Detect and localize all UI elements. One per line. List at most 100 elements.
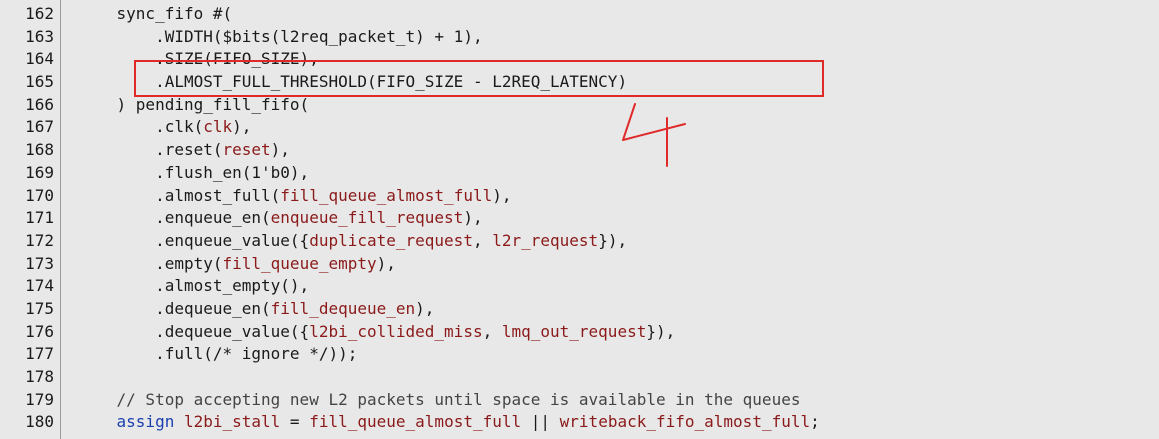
code-token: .clk( [78,117,204,137]
line-number: 175 [25,298,54,318]
code-token: = [280,412,310,432]
line-number: 169 [25,162,54,182]
line-code: .almost_empty(), [78,275,309,298]
code-token: || [521,412,560,432]
line-number: 179 [25,389,54,409]
code-editor[interactable]: 162 sync_fifo #(163 .WIDTH($bits(l2req_p… [0,0,1159,439]
code-token: ), [376,253,396,273]
code-token: ), [463,208,483,228]
line-code: .WIDTH($bits(l2req_packet_t) + 1), [78,26,483,49]
code-token: assign [116,412,175,432]
code-token: .enqueue_en( [78,208,271,228]
code-line[interactable]: 172 .enqueue_value({duplicate_request, l… [0,230,1159,253]
line-number: 163 [25,26,54,46]
line-number: 165 [25,72,54,92]
code-line[interactable]: 177 .full(/* ignore */)); [0,343,1159,366]
line-number: 172 [25,230,54,250]
code-line[interactable]: 180 assign l2bi_stall = fill_queue_almos… [0,411,1159,434]
code-line[interactable]: 169 .flush_en(1'b0), [0,162,1159,185]
line-code: .SIZE(FIFO_SIZE), [78,48,319,71]
line-number: 166 [25,94,54,114]
line-code: .enqueue_en(enqueue_fill_request), [78,207,483,230]
line-code: .reset(reset), [78,139,290,162]
line-number: 168 [25,140,54,160]
code-token: .dequeue_value({ [78,321,310,341]
line-number: 177 [25,344,54,364]
code-line[interactable]: 164 .SIZE(FIFO_SIZE), [0,48,1159,71]
line-code: ) pending_fill_fifo( [78,94,310,117]
code-line[interactable]: 167 .clk(clk), [0,116,1159,139]
line-code: .ALMOST_FULL_THRESHOLD(FIFO_SIZE - L2REQ… [78,71,627,94]
code-token: l2bi_stall [183,412,281,432]
code-token: .ALMOST_FULL_THRESHOLD(FIFO_SIZE - L2REQ… [78,72,628,92]
code-token: lmq_out_request [501,321,647,341]
code-token: .almost_empty(), [78,276,310,296]
code-token: .dequeue_en( [78,298,271,318]
code-token: clk [203,117,233,137]
code-token: .reset( [78,140,223,160]
line-code: .empty(fill_queue_empty), [78,253,396,276]
code-token: fill_dequeue_en [270,298,416,318]
code-line[interactable]: 170 .almost_full(fill_queue_almost_full)… [0,185,1159,208]
code-line[interactable]: 175 .dequeue_en(fill_dequeue_en), [0,298,1159,321]
line-number: 171 [25,208,54,228]
code-line[interactable]: 171 .enqueue_en(enqueue_fill_request), [0,207,1159,230]
code-token: ; [810,412,820,432]
line-number: 178 [25,367,54,386]
line-number: 173 [25,253,54,273]
code-token: }), [646,321,676,341]
code-line[interactable]: 179 // Stop accepting new L2 packets unt… [0,389,1159,412]
code-lines: 162 sync_fifo #(163 .WIDTH($bits(l2req_p… [0,3,1159,434]
code-token: , [472,230,493,250]
code-token: duplicate_request [309,230,473,250]
code-token: .SIZE(FIFO_SIZE), [78,49,319,69]
line-code: .flush_en(1'b0), [78,162,309,185]
line-code: // Stop accepting new L2 packets until s… [78,389,801,412]
code-line[interactable]: 162 sync_fifo #( [0,3,1159,26]
code-token: .WIDTH($bits(l2req_packet_t) + 1), [78,26,483,46]
code-line[interactable]: 163 .WIDTH($bits(l2req_packet_t) + 1), [0,26,1159,49]
code-token: reset [222,140,271,160]
code-line[interactable]: 165 .ALMOST_FULL_THRESHOLD(FIFO_SIZE - L… [0,71,1159,94]
code-token: .enqueue_value({ [78,230,310,250]
code-token: .flush_en(1'b0), [78,162,310,182]
code-token: sync_fifo #( [78,4,233,23]
line-number: 162 [25,4,54,23]
line-number: 170 [25,185,54,205]
code-token: l2bi_collided_miss [309,321,483,341]
code-token: ), [415,298,435,318]
code-token: ), [492,185,512,205]
code-token: fill_queue_almost_full [280,185,493,205]
code-token: .empty( [78,253,223,273]
line-number: 176 [25,321,54,341]
code-line[interactable]: 174 .almost_empty(), [0,275,1159,298]
code-token: .full(/* ignore */)); [78,344,358,364]
code-token: ) pending_fill_fifo( [78,94,310,114]
line-code: .dequeue_en(fill_dequeue_en), [78,298,434,321]
line-code: .clk(clk), [78,116,251,139]
code-line[interactable]: 168 .reset(reset), [0,139,1159,162]
code-token: .almost_full( [78,185,281,205]
code-line[interactable]: 173 .empty(fill_queue_empty), [0,253,1159,276]
code-token: , [482,321,502,341]
line-code: assign l2bi_stall = fill_queue_almost_fu… [78,411,820,434]
code-token: ), [232,117,252,137]
line-code: sync_fifo #( [78,3,233,26]
line-number: 174 [25,276,54,296]
code-line[interactable]: 166 ) pending_fill_fifo( [0,94,1159,117]
code-token: fill_queue_almost_full [309,412,522,432]
code-token: }), [598,230,628,250]
code-token: fill_queue_empty [222,253,377,273]
line-code: .almost_full(fill_queue_almost_full), [78,185,511,208]
line-number: 180 [25,412,54,432]
code-token: l2r_request [492,230,599,250]
line-code: .dequeue_value({l2bi_collided_miss, lmq_… [78,321,675,344]
code-line[interactable]: 176 .dequeue_value({l2bi_collided_miss, … [0,321,1159,344]
code-line[interactable]: 178 [0,366,1159,389]
code-token: // Stop accepting new L2 packets until s… [78,389,801,409]
line-number: 164 [25,49,54,69]
line-number: 167 [25,117,54,137]
code-token: enqueue_fill_request [270,208,464,228]
